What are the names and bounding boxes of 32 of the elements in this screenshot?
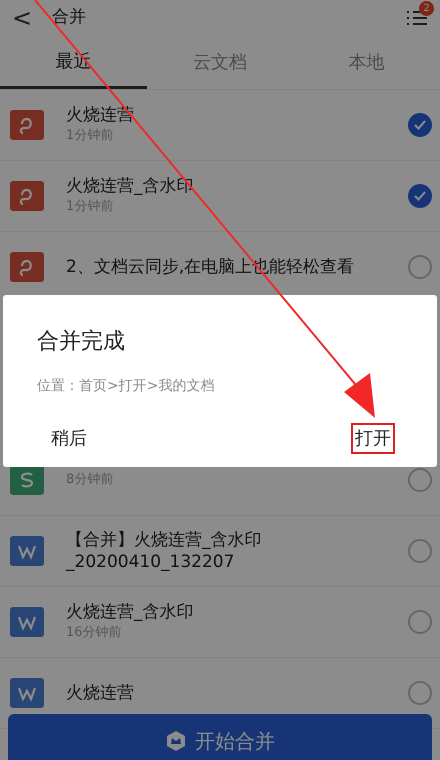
file-row[interactable]: 火烧连营_含水印 16分钟前 bbox=[0, 587, 440, 658]
file-checkbox[interactable] bbox=[408, 539, 432, 563]
presentation-file-icon bbox=[10, 181, 44, 211]
file-name: 火烧连营 bbox=[66, 682, 135, 704]
file-row[interactable]: 【合并】火烧连营_含水印_20200410_132207 bbox=[0, 516, 440, 587]
file-name: 【合并】火烧连营_含水印_20200410_132207 bbox=[66, 529, 262, 573]
back-button[interactable]: < bbox=[12, 0, 52, 36]
file-time: 1分钟前 bbox=[66, 198, 114, 216]
file-checkbox[interactable] bbox=[408, 184, 432, 208]
notification-badge: 2 bbox=[419, 1, 434, 16]
document-file-icon bbox=[10, 678, 44, 708]
file-checkbox[interactable] bbox=[408, 113, 432, 137]
document-file-icon bbox=[10, 536, 44, 566]
presentation-file-icon bbox=[10, 252, 44, 282]
menu-icon[interactable] bbox=[406, 9, 428, 27]
dialog-button[interactable]: 打开 bbox=[351, 423, 395, 454]
check-icon bbox=[414, 191, 426, 201]
file-time: 8分钟前 bbox=[66, 471, 114, 490]
file-time: 16分钟前 bbox=[66, 624, 123, 642]
page-title: 合并 bbox=[52, 6, 87, 30]
crown-icon bbox=[165, 730, 187, 752]
dialog-message: 位置：首页>打开>我的文档 bbox=[37, 377, 216, 396]
file-checkbox[interactable] bbox=[408, 610, 432, 634]
file-checkbox[interactable] bbox=[408, 681, 432, 705]
file-checkbox[interactable] bbox=[408, 255, 432, 279]
file-name: 火烧连营_含水印 bbox=[66, 601, 194, 624]
start-merge-button[interactable]: 开始合并 bbox=[8, 714, 432, 760]
check-icon bbox=[414, 120, 426, 130]
presentation-file-icon bbox=[10, 110, 44, 140]
file-time: 1分钟前 bbox=[66, 127, 114, 146]
dialog-title: 合并完成 bbox=[37, 328, 126, 356]
document-file-icon bbox=[10, 607, 44, 637]
